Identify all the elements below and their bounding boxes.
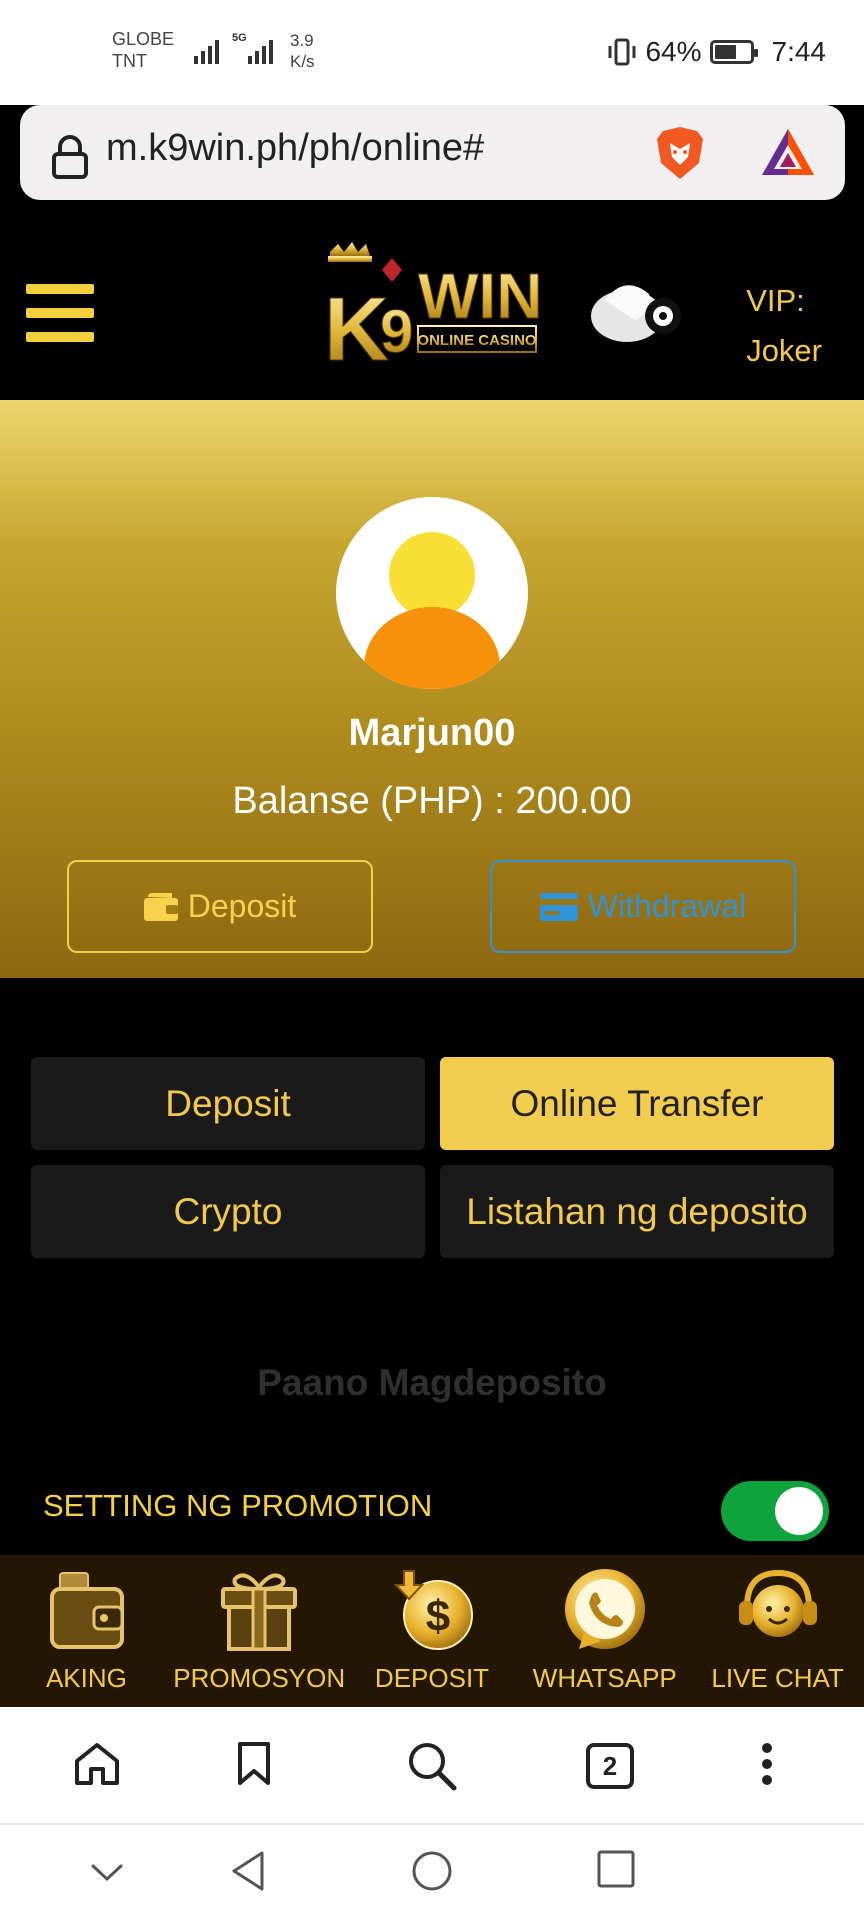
network-type: 5G xyxy=(232,32,247,44)
balance: Balanse (PHP) : 200.00 xyxy=(232,780,632,822)
tab-deposit-list-label: Listahan ng deposito xyxy=(466,1190,808,1232)
tab-deposit[interactable]: Deposit xyxy=(31,1057,425,1150)
battery-icon xyxy=(709,40,758,64)
signal-2-icon xyxy=(248,34,273,64)
search-icon[interactable] xyxy=(407,1741,457,1791)
vip-level: Joker xyxy=(746,333,822,368)
nav-promosyon[interactable]: PROMOSYON xyxy=(173,1555,346,1707)
tab-online-transfer-label: Online Transfer xyxy=(510,1082,764,1124)
live-chat-icon xyxy=(738,1569,817,1637)
status-bar: GLOBE TNT 5G 3.9 K/s 64% 7:44 xyxy=(0,0,864,105)
promotion-toggle[interactable] xyxy=(721,1481,829,1541)
tab-deposit-label: Deposit xyxy=(165,1082,291,1124)
tab-deposit-list[interactable]: Listahan ng deposito xyxy=(440,1165,834,1258)
whatsapp-icon xyxy=(564,1569,645,1649)
home-icon[interactable] xyxy=(73,1741,121,1787)
battery-percent: 64% xyxy=(645,36,702,67)
network-speed: 3.9 K/s xyxy=(290,30,315,72)
logo-subtext: ONLINE CASINO xyxy=(417,332,537,349)
lock-icon xyxy=(52,135,88,179)
tab-count: 2 xyxy=(602,1750,618,1781)
browser-toolbar: 2 xyxy=(0,1707,864,1825)
profile-panel: Marjun00 Balanse (PHP) : 200.00 Deposit … xyxy=(0,400,864,978)
card-icon xyxy=(539,892,578,921)
back-icon[interactable] xyxy=(228,1849,268,1893)
vip-status: VIP: Joker xyxy=(746,276,822,376)
tab-crypto-label: Crypto xyxy=(173,1190,283,1232)
carrier-1: GLOBE xyxy=(112,29,175,49)
home-circle-icon[interactable] xyxy=(410,1849,454,1893)
nav-deposit-label: DEPOSIT xyxy=(374,1663,490,1693)
nav-whatsapp-label: WHATSAPP xyxy=(532,1663,677,1693)
brave-shield-icon[interactable] xyxy=(655,125,705,181)
url-text[interactable]: m.k9win.ph/ph/online# xyxy=(106,127,484,170)
recents-icon[interactable] xyxy=(596,1849,636,1889)
nav-live-chat[interactable]: LIVE CHAT xyxy=(691,1555,864,1707)
tab-crypto[interactable]: Crypto xyxy=(31,1165,425,1258)
site-bottom-nav: AKING PROMOSYON $ DEPOSIT WHATSAPP LIVE … xyxy=(0,1555,864,1707)
promotion-setting-label: SETTING NG PROMOTION xyxy=(43,1488,433,1523)
vip-label: VIP: xyxy=(746,283,805,318)
vibrate-icon xyxy=(608,38,636,66)
deposit-button-label: Deposit xyxy=(187,888,297,924)
vip-mascot-icon xyxy=(591,285,681,342)
speed-unit: K/s xyxy=(290,52,315,71)
tab-online-transfer[interactable]: Online Transfer xyxy=(440,1057,834,1150)
speed-value: 3.9 xyxy=(290,31,314,50)
tabs-button[interactable]: 2 xyxy=(586,1743,634,1789)
nav-whatsapp[interactable]: WHATSAPP xyxy=(518,1555,691,1707)
k9win-logo[interactable]: K 9 WIN ONLINE CASINO xyxy=(322,242,543,382)
wallet-icon xyxy=(50,1572,125,1649)
deposit-button[interactable]: Deposit xyxy=(67,860,373,953)
avatar xyxy=(336,497,528,689)
withdrawal-button-label: Withdrawal xyxy=(587,888,747,924)
more-menu-icon[interactable] xyxy=(760,1741,774,1787)
nav-deposit[interactable]: $ DEPOSIT xyxy=(346,1555,519,1707)
menu-icon[interactable] xyxy=(26,284,94,342)
system-navigation-bar xyxy=(0,1825,864,1920)
carrier-info: GLOBE TNT xyxy=(112,28,174,72)
clock: 7:44 xyxy=(771,36,827,67)
svg-text:$: $ xyxy=(426,1592,450,1641)
signal-icon xyxy=(194,34,219,64)
address-bar[interactable]: m.k9win.ph/ph/online# xyxy=(20,105,845,200)
gift-icon xyxy=(221,1573,298,1651)
chevron-down-icon[interactable] xyxy=(90,1863,124,1883)
nav-promosyon-label: PROMOSYON xyxy=(173,1663,346,1693)
carrier-2: TNT xyxy=(112,51,147,71)
site-header: K 9 WIN ONLINE CASINO VIP: Joker xyxy=(0,220,864,400)
deposit-coin-icon: $ xyxy=(393,1570,473,1650)
bookmark-icon[interactable] xyxy=(236,1741,272,1787)
username: Marjun00 xyxy=(348,712,516,754)
bat-rewards-icon[interactable] xyxy=(760,127,816,177)
nav-aking-label: AKING xyxy=(45,1663,127,1693)
nav-aking[interactable]: AKING xyxy=(0,1555,173,1707)
svg-text:9: 9 xyxy=(380,298,413,365)
nav-live-chat-label: LIVE CHAT xyxy=(711,1663,844,1693)
svg-text:WIN: WIN xyxy=(418,260,540,332)
withdrawal-button[interactable]: Withdrawal xyxy=(490,860,796,953)
how-to-deposit-link[interactable]: Paano Magdeposito xyxy=(0,1362,864,1404)
wallet-icon xyxy=(143,892,178,921)
